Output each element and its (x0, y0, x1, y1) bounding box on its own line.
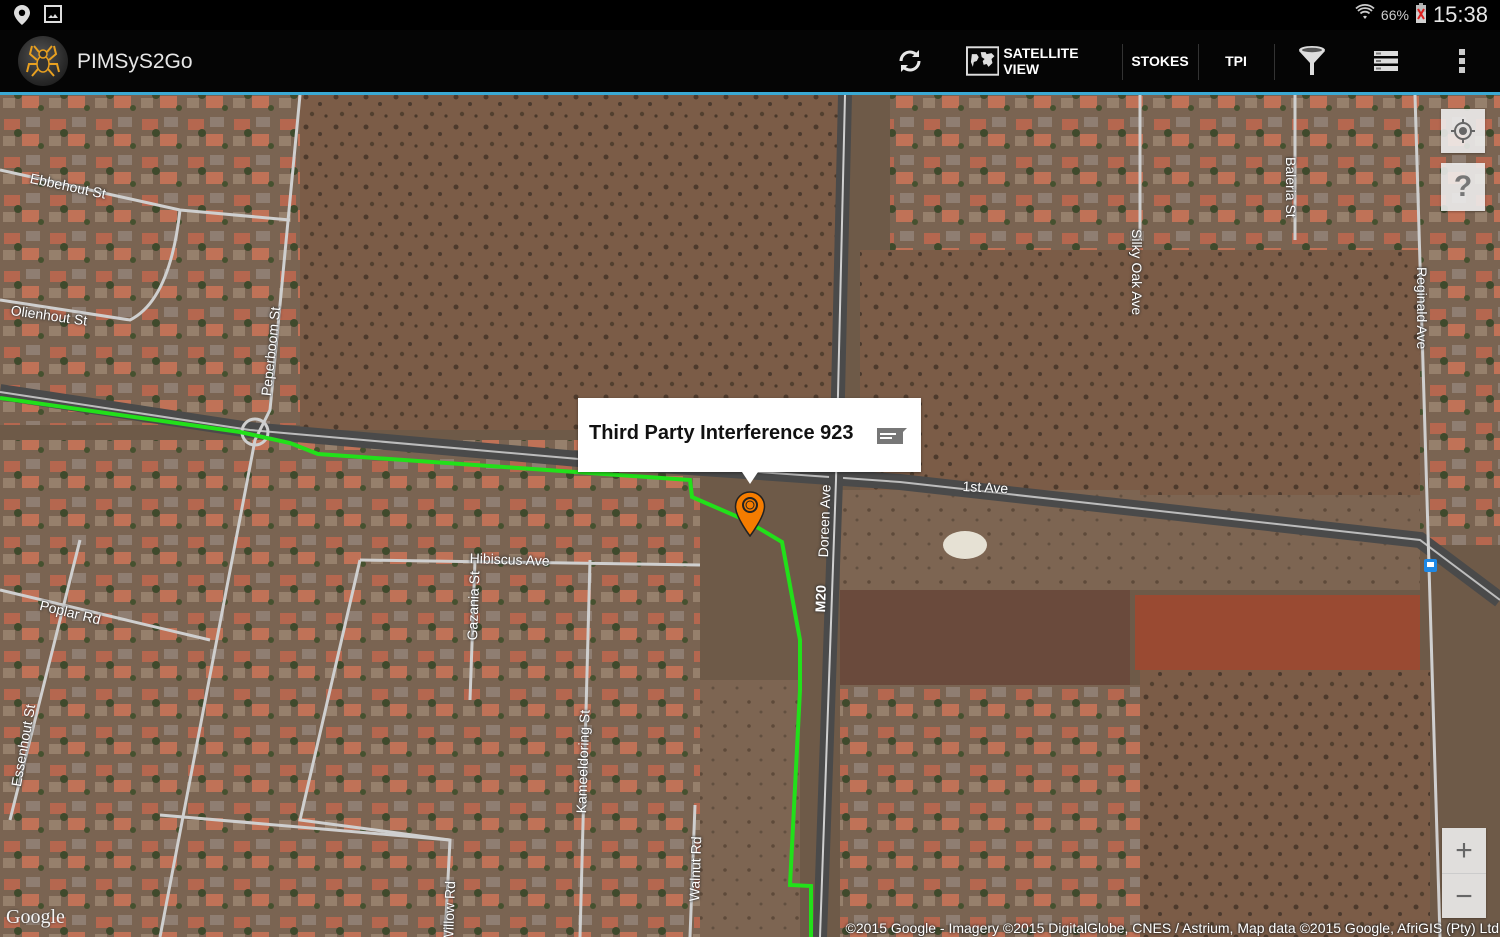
my-location-button[interactable] (1441, 109, 1485, 153)
satellite-view-button[interactable]: SATELLITE VIEW (966, 30, 1116, 92)
refresh-icon (899, 50, 921, 72)
road-label: Walnut Rd (686, 836, 705, 902)
world-map-icon (966, 46, 1000, 76)
zoom-in-button[interactable]: + (1442, 828, 1486, 873)
road-label: Doreen Ave (815, 484, 834, 558)
battery-icon (1415, 2, 1427, 28)
road-label: Reginald Ave (1414, 267, 1430, 350)
action-bar: PIMSyS2Go SATELLITE VIEW STOKES TPI (0, 30, 1500, 95)
status-bar: 66% 15:38 (0, 0, 1500, 30)
divider (1198, 44, 1199, 80)
refresh-button[interactable] (886, 30, 934, 92)
clock: 15:38 (1432, 2, 1488, 27)
road-label: Silky Oak Ave (1129, 229, 1145, 316)
google-logo: Google (6, 906, 65, 928)
map-view[interactable]: Ebbehout St Olienhout St Peperboom St Si… (0, 95, 1500, 937)
info-window-pointer (742, 472, 758, 484)
overflow-menu-button[interactable] (1440, 30, 1484, 92)
list-button[interactable] (1362, 30, 1410, 92)
list-icon (1374, 51, 1398, 71)
battery-percent: 66% (1380, 7, 1409, 23)
map-attribution: ©2015 Google - Imagery ©2015 DigitalGlob… (845, 920, 1499, 936)
filter-icon (1299, 46, 1325, 75)
tpi-marker[interactable] (734, 491, 766, 542)
overflow-menu-icon (1459, 49, 1465, 73)
app-logo[interactable] (18, 36, 68, 86)
divider (1274, 44, 1275, 80)
spider-icon (26, 45, 60, 77)
map-pin-icon (734, 491, 766, 538)
message-icon[interactable] (877, 428, 907, 449)
satellite-view-label: SATELLITE VIEW (1003, 45, 1079, 77)
road-label: Hibiscus Ave (469, 550, 550, 569)
road-label: Gazania St (464, 570, 483, 641)
marker-info-window[interactable]: Third Party Interference 923 (578, 398, 921, 484)
road-label: M20 (812, 584, 829, 613)
help-button[interactable]: ? (1441, 163, 1485, 211)
road-label: Baleria St (1283, 157, 1299, 218)
divider (1122, 44, 1123, 80)
my-location-icon (1451, 119, 1475, 143)
filter-button[interactable] (1288, 30, 1336, 92)
road-label: 1st Ave (962, 478, 1009, 497)
stokes-button[interactable]: STOKES (1124, 30, 1196, 92)
tpi-button[interactable]: TPI (1200, 30, 1272, 92)
zoom-out-button[interactable]: − (1442, 873, 1486, 919)
zoom-control: + − (1442, 828, 1486, 918)
image-icon (44, 5, 62, 30)
app-title: PIMSyS2Go (77, 50, 193, 73)
road-label: Willow Rd (440, 880, 459, 937)
wifi-icon (1355, 3, 1375, 28)
info-window-title: Third Party Interference 923 (589, 422, 854, 444)
location-icon (14, 5, 30, 30)
